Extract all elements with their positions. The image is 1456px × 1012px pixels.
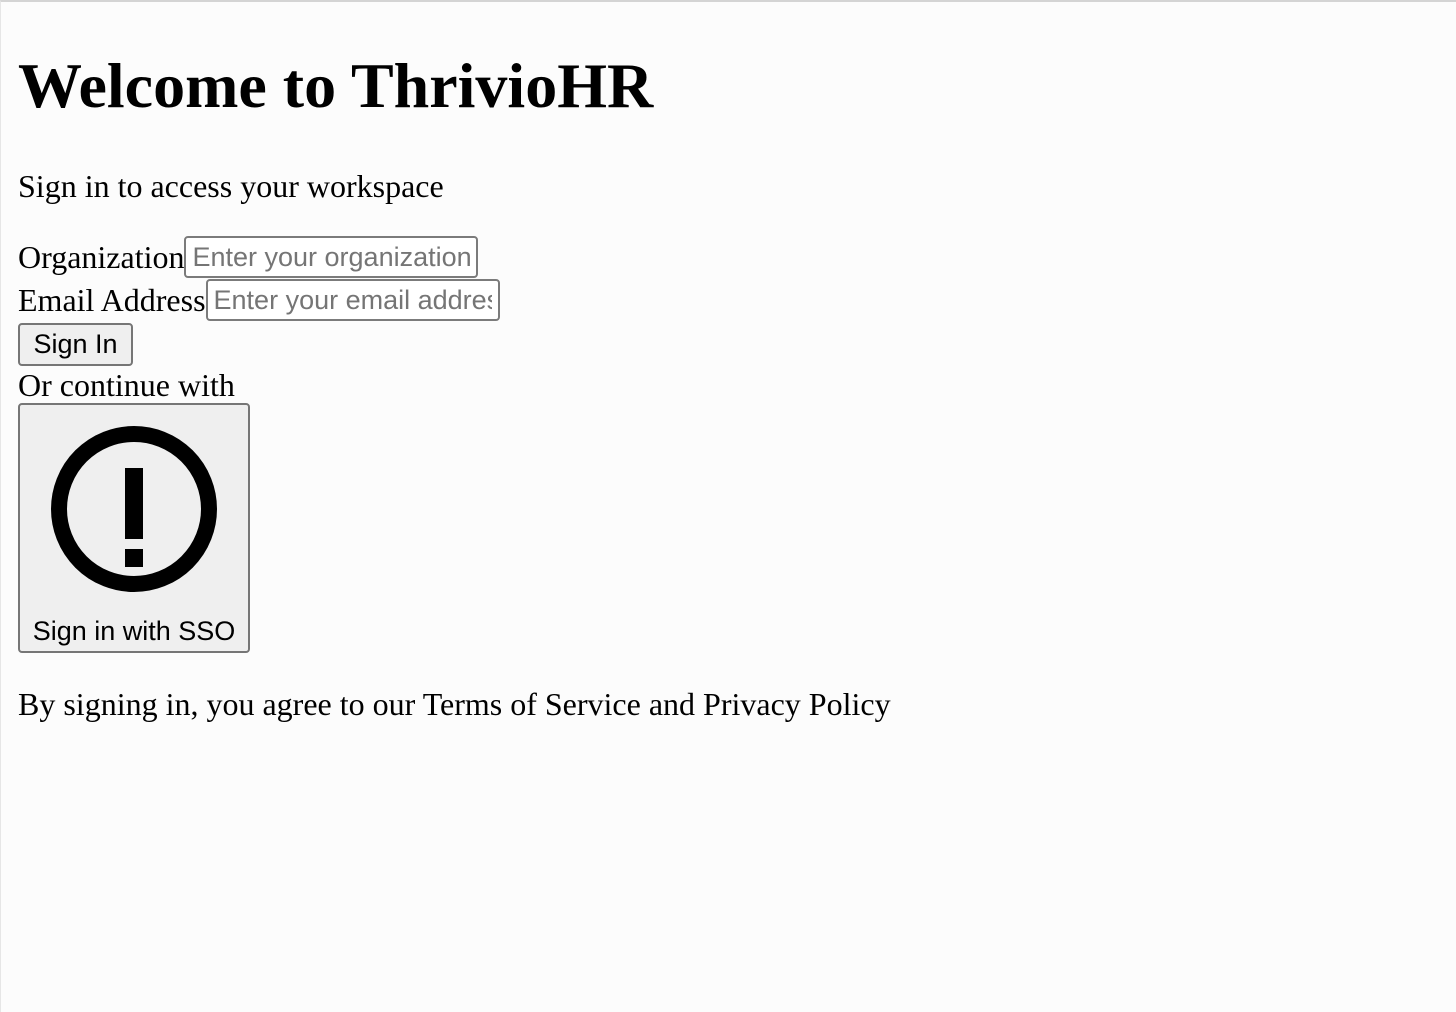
sso-sign-in-button[interactable]: Sign in with SSO	[18, 403, 250, 653]
email-input[interactable]	[205, 279, 500, 321]
organization-input[interactable]	[184, 236, 479, 278]
alert-circle-icon	[51, 426, 217, 592]
page-subtitle: Sign in to access your workspace	[18, 168, 444, 204]
organization-label: Organization	[18, 239, 185, 275]
legal-notice: By signing in, you agree to our Terms of…	[18, 686, 891, 722]
sso-button-label: Sign in with SSO	[32, 616, 236, 646]
sign-in-button[interactable]: Sign In	[18, 323, 133, 366]
organization-row: Organization	[18, 236, 479, 278]
page-title: Welcome to ThrivioHR	[18, 50, 654, 121]
continue-with-text: Or continue with	[18, 367, 235, 403]
email-row: Email Address	[18, 279, 500, 321]
email-label: Email Address	[18, 282, 206, 318]
